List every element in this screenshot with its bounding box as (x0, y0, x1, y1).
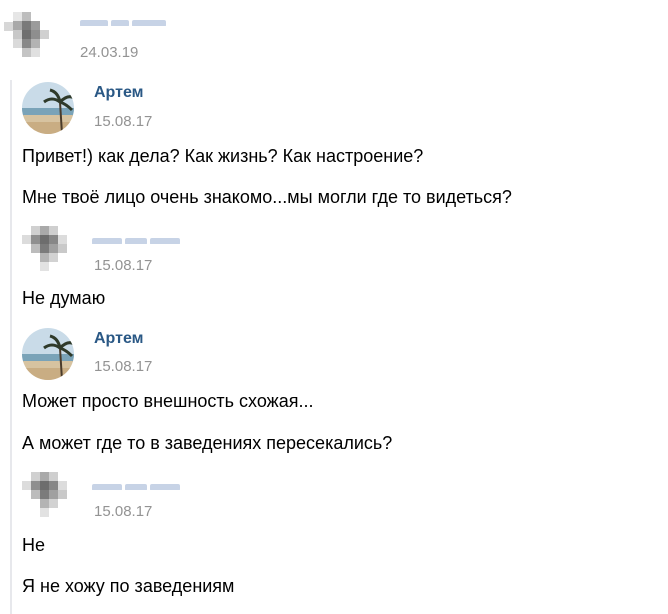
message-date: 15.08.17 (94, 503, 153, 520)
message-text: Я не хожу по заведениям (22, 576, 235, 596)
message-text: А может где то в заведениях пересекались… (22, 433, 393, 453)
forwarded-sender-avatar[interactable] (4, 12, 56, 64)
beach-photo-icon (22, 82, 74, 134)
avatar-artem[interactable] (22, 82, 74, 134)
message-date: 15.08.17 (94, 358, 153, 375)
avatar-artem[interactable] (22, 328, 74, 380)
message-text: Мне твоё лицо очень знакомо...мы могли г… (22, 187, 512, 207)
message-date: 15.08.17 (94, 257, 153, 274)
beach-photo-icon (22, 328, 74, 380)
pixelated-avatar-icon (4, 12, 56, 64)
message-text: Привет!) как дела? Как жизнь? Как настро… (22, 146, 424, 166)
forwarded-date: 24.03.19 (80, 44, 139, 61)
forward-quote-bar (10, 80, 12, 614)
message-text: Может просто внешность схожая... (22, 391, 314, 411)
message-author-blurred[interactable] (92, 478, 184, 490)
avatar-blurred-user[interactable] (22, 472, 74, 524)
message-text: Не (22, 535, 46, 555)
avatar-blurred-user[interactable] (22, 226, 74, 278)
message-author[interactable]: Артем (94, 330, 143, 348)
message-text: Не думаю (22, 288, 106, 308)
message-author-blurred[interactable] (92, 232, 184, 244)
message-date: 15.08.17 (94, 113, 153, 130)
pixelated-avatar-icon (22, 226, 67, 271)
pixelated-avatar-icon (22, 472, 67, 517)
message-author[interactable]: Артем (94, 84, 143, 102)
forwarded-sender-name-blurred[interactable] (80, 14, 170, 26)
